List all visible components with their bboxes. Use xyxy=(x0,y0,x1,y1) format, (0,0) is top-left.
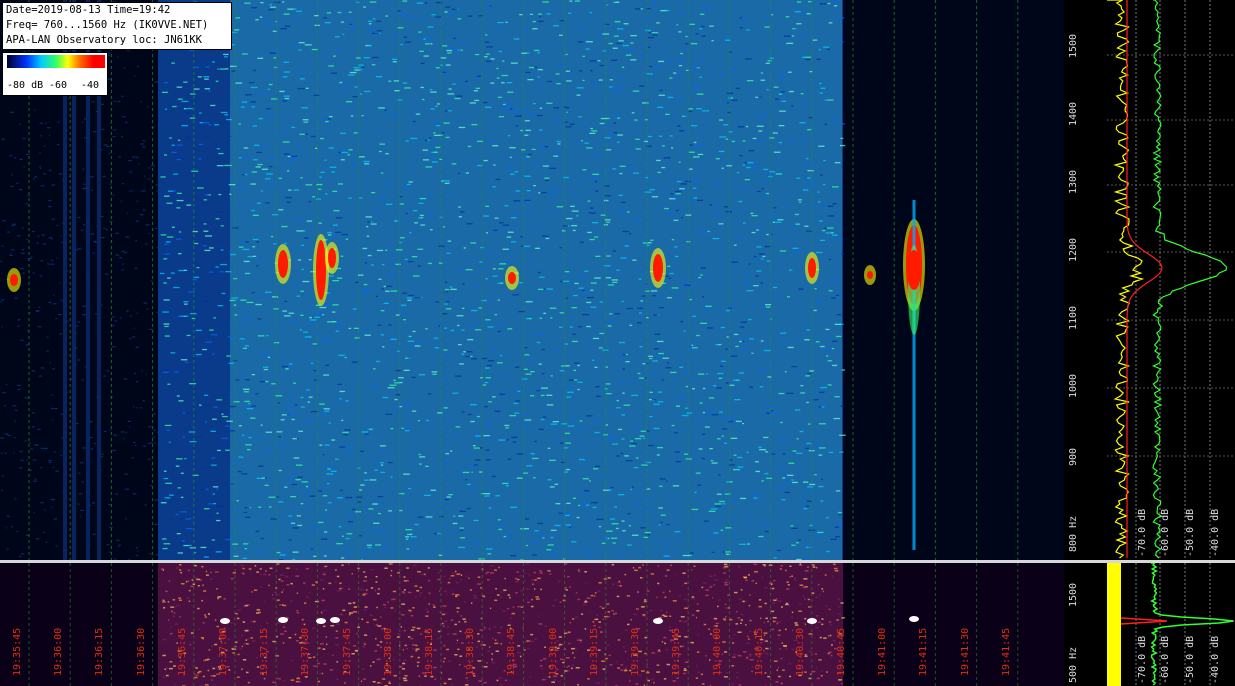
time-tick: 19:37:30 xyxy=(300,627,312,676)
time-tick: 19:36:30 xyxy=(135,627,147,676)
strip-db-label-40: -40.0 dB xyxy=(1210,635,1221,684)
time-tick: 19:38:00 xyxy=(382,627,394,676)
time-tick: 19:40:00 xyxy=(712,627,724,676)
time-tick: 19:37:15 xyxy=(259,627,271,676)
spectrum-profile-panel: -70.0 dB -60.0 dB -50.0 dB -40.0 dB xyxy=(1107,0,1235,560)
freq-tick-1100: 1100 xyxy=(1068,305,1079,330)
color-scale-legend: -80 dB -60 -40 xyxy=(2,52,108,96)
time-tick: 19:38:30 xyxy=(465,627,477,676)
db-label-40: -40.0 dB xyxy=(1210,508,1221,557)
time-tick: 19:36:15 xyxy=(94,627,106,676)
time-tick: 19:41:15 xyxy=(918,627,930,676)
observatory-label: APA-LAN Observatory loc: JN61KK xyxy=(6,34,202,46)
freq-tick-1500: 1500 xyxy=(1068,33,1079,58)
db-label-60: -60.0 dB xyxy=(1160,508,1171,557)
overview-canvas xyxy=(0,563,1064,686)
info-header: Date=2019-08-13 Time=19:42 Freq= 760...1… xyxy=(2,2,232,50)
freq-tick-900: 900 xyxy=(1068,447,1079,466)
frequency-axis-strip: 1500 500 Hz xyxy=(1064,563,1107,686)
time-tick: 19:41:00 xyxy=(877,627,889,676)
strip-freq-tick-500: 500 Hz xyxy=(1068,646,1079,683)
time-tick: 19:41:45 xyxy=(1000,627,1012,676)
freq-tick-1300: 1300 xyxy=(1068,169,1079,194)
waterfall-canvas xyxy=(0,0,1064,560)
spectrum-profile-strip: -70.0 dB -60.0 dB -50.0 dB -40.0 dB xyxy=(1107,563,1235,686)
time-tick: 19:39:00 xyxy=(547,627,559,676)
db-label-50: -50.0 dB xyxy=(1185,508,1196,557)
frequency-range-label: Freq= 760...1560 Hz (IK0VVE.NET) xyxy=(6,19,209,31)
time-tick: 19:39:45 xyxy=(671,627,683,676)
time-tick: 19:40:30 xyxy=(794,627,806,676)
freq-tick-1200: 1200 xyxy=(1068,237,1079,262)
frequency-axis: 1500 1400 1300 1200 1100 1000 900 800 Hz xyxy=(1064,0,1107,560)
waterfall-overview-strip xyxy=(0,563,1064,686)
time-tick: 19:36:00 xyxy=(53,627,65,676)
time-tick: 19:37:45 xyxy=(341,627,353,676)
time-tick: 19:37:00 xyxy=(218,627,229,676)
waterfall-spectrogram xyxy=(0,0,1064,560)
time-tick: 19:39:30 xyxy=(630,627,641,676)
legend-label-low: -80 dB xyxy=(7,80,44,91)
legend-label-mid: -60 xyxy=(49,80,68,91)
legend-label-high: -40 xyxy=(81,80,100,91)
time-tick: 19:38:45 xyxy=(506,627,518,676)
time-tick: 19:36:45 xyxy=(176,627,188,676)
strip-db-label-70: -70.0 dB xyxy=(1137,635,1148,684)
date-time-label: Date=2019-08-13 Time=19:42 xyxy=(6,4,171,16)
time-tick: 19:38:15 xyxy=(424,627,435,676)
spectrum-profile-canvas xyxy=(1107,0,1235,560)
time-tick: 19:40:45 xyxy=(836,627,847,676)
strip-db-label-50: -50.0 dB xyxy=(1185,635,1196,684)
strip-db-label-60: -60.0 dB xyxy=(1160,635,1171,684)
time-tick: 19:39:15 xyxy=(588,627,600,676)
color-scale-bar xyxy=(7,55,105,68)
freq-tick-800: 800 Hz xyxy=(1068,515,1079,552)
time-tick: 19:35:45 xyxy=(12,627,23,676)
time-tick: 19:40:15 xyxy=(753,627,765,676)
time-tick: 19:41:30 xyxy=(959,627,971,676)
freq-tick-1400: 1400 xyxy=(1068,101,1079,126)
db-label-70: -70.0 dB xyxy=(1137,508,1148,557)
strip-freq-tick-1500: 1500 xyxy=(1068,582,1079,607)
freq-tick-1000: 1000 xyxy=(1068,373,1079,398)
